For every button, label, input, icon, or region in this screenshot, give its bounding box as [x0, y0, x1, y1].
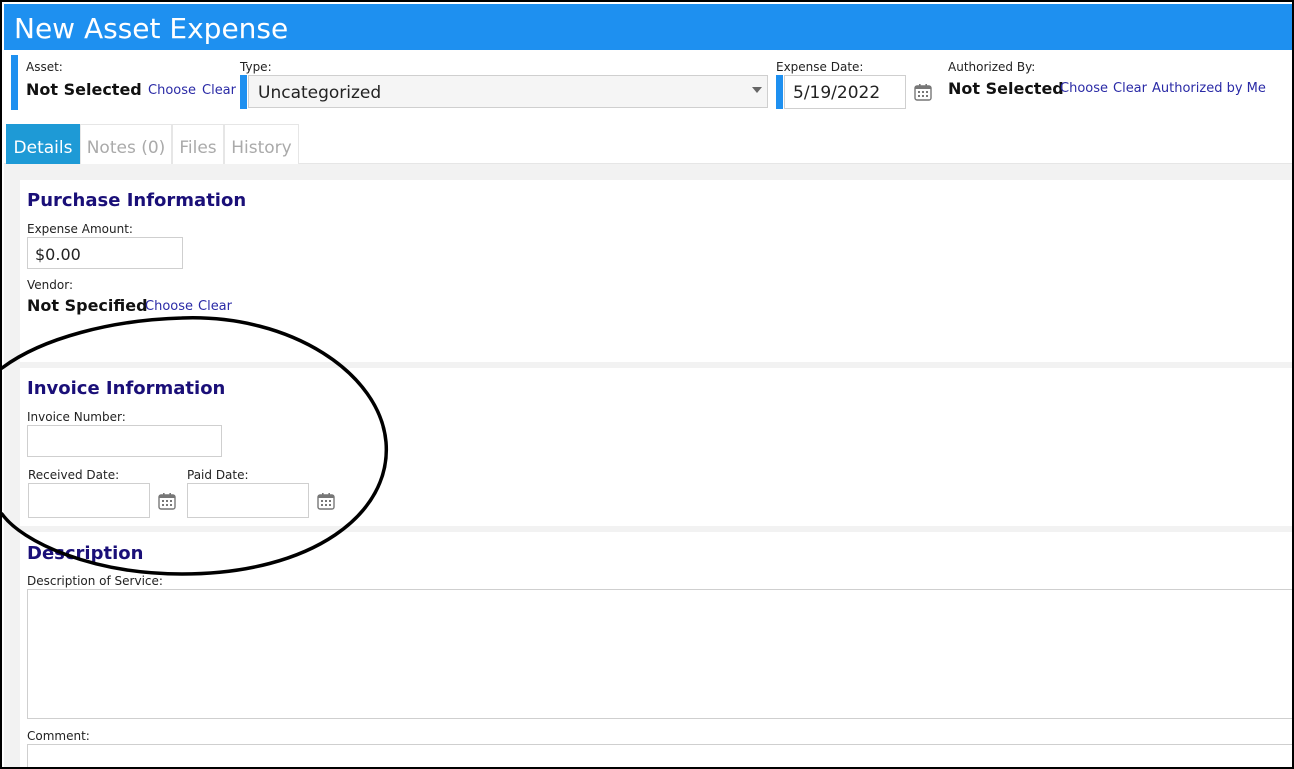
tab-files[interactable]: Files [172, 124, 224, 164]
expense-date-label: Expense Date: [776, 60, 864, 74]
vendor-value: Not Specified [27, 296, 148, 315]
vendor-clear-link[interactable]: Clear [198, 299, 232, 314]
tab-details[interactable]: Details [6, 124, 80, 164]
expense-amount-value: $0.00 [35, 245, 81, 264]
invoice-information-title: Invoice Information [27, 378, 226, 399]
authorized-by-clear-link[interactable]: Clear [1113, 81, 1147, 96]
received-date-input[interactable] [28, 483, 150, 518]
purchase-information-panel: Purchase Information Expense Amount: $0.… [20, 180, 1292, 362]
description-of-service-textarea[interactable] [27, 589, 1292, 719]
invoice-information-panel: Invoice Information Invoice Number: Rece… [20, 368, 1292, 526]
purchase-information-title: Purchase Information [27, 190, 247, 211]
title-bar: New Asset Expense [4, 4, 1292, 50]
paid-date-label: Paid Date: [187, 468, 249, 482]
tab-strip: Details Notes (0) Files History [4, 124, 1292, 164]
calendar-icon[interactable] [914, 83, 932, 101]
vendor-choose-link[interactable]: Choose [145, 299, 193, 314]
received-date-calendar-icon[interactable] [158, 492, 176, 510]
type-select[interactable]: Uncategorized [248, 75, 768, 108]
expense-date-value: 5/19/2022 [793, 83, 881, 103]
type-select-value: Uncategorized [258, 83, 382, 103]
expense-date-input[interactable]: 5/19/2022 [784, 75, 906, 109]
invoice-number-input[interactable] [27, 425, 222, 457]
vendor-label: Vendor: [27, 278, 73, 292]
authorized-by-choose-link[interactable]: Choose [1060, 81, 1108, 96]
chevron-down-icon [752, 87, 762, 93]
tab-notes[interactable]: Notes (0) [80, 124, 172, 164]
invoice-number-label: Invoice Number: [27, 410, 126, 424]
type-accent-bar [240, 75, 247, 109]
paid-date-input[interactable] [187, 483, 309, 518]
authorized-by-value: Not Selected [948, 79, 1064, 98]
app-window: New Asset Expense Asset: Not Selected Ch… [0, 0, 1294, 769]
comment-textarea[interactable] [27, 744, 1292, 767]
asset-choose-link[interactable]: Choose [148, 83, 196, 98]
asset-value: Not Selected [26, 80, 142, 99]
expense-amount-input[interactable]: $0.00 [27, 237, 183, 269]
expense-amount-label: Expense Amount: [27, 222, 133, 236]
paid-date-calendar-icon[interactable] [317, 492, 335, 510]
asset-label: Asset: [26, 60, 63, 74]
description-title: Description [27, 543, 144, 564]
authorized-by-label: Authorized By: [948, 60, 1036, 74]
window-title: New Asset Expense [14, 12, 289, 45]
comment-label: Comment: [27, 729, 90, 743]
received-date-label: Received Date: [28, 468, 120, 482]
tab-history[interactable]: History [224, 124, 299, 164]
description-of-service-label: Description of Service: [27, 574, 163, 588]
description-panel: Description Description of Service: Comm… [20, 532, 1292, 767]
asset-clear-link[interactable]: Clear [202, 83, 236, 98]
expense-date-accent-bar [776, 75, 783, 109]
type-label: Type: [240, 60, 272, 74]
authorized-by-me-link[interactable]: Authorized by Me [1152, 81, 1266, 96]
asset-accent-bar [11, 55, 18, 110]
